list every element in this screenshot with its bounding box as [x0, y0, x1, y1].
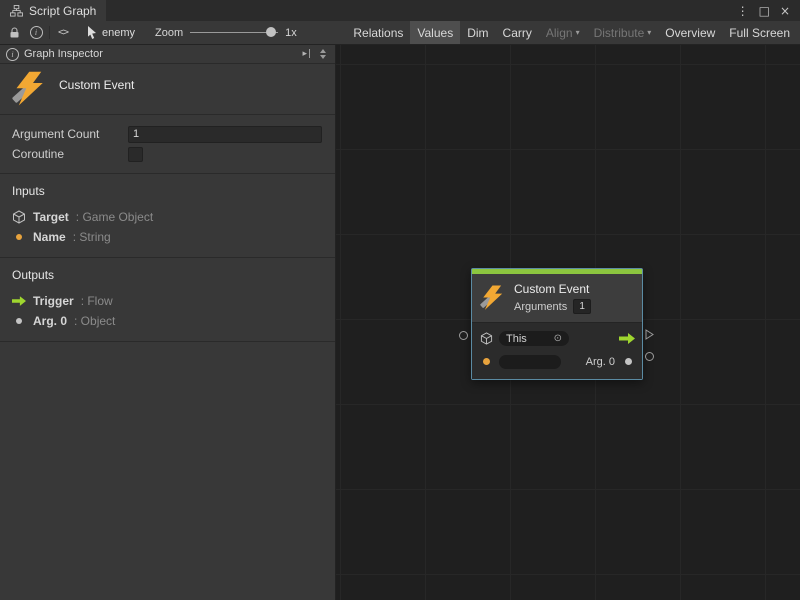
window-controls: ⋮ □ ×: [732, 0, 800, 21]
cube-icon: [12, 210, 26, 224]
argument-count-input[interactable]: [128, 126, 322, 143]
custom-event-icon: [480, 285, 506, 311]
unity-window: Script Graph ⋮ □ × i <> enemy Zoom: [0, 0, 800, 600]
maximize-icon[interactable]: □: [754, 4, 775, 18]
toolbar-button-fullscreen[interactable]: Full Screen: [722, 21, 797, 44]
toolbar-button-align[interactable]: Align ▾: [539, 21, 587, 44]
output-port-triangle[interactable]: [645, 329, 654, 340]
graph-inspector-title: Graph Inspector: [24, 48, 103, 60]
zoom-value: 1x: [285, 27, 297, 39]
toolbar-button-values[interactable]: Values: [410, 21, 460, 44]
unit-fields: Argument Count Coroutine: [0, 115, 335, 174]
node-row-target: This ⊙: [479, 328, 635, 349]
chevron-down-icon: ▾: [576, 28, 580, 37]
zoom-control: Zoom 1x: [155, 21, 297, 44]
chevron-down-icon: ▾: [647, 28, 651, 37]
node-arguments-label: Arguments: [514, 301, 567, 313]
scroll-down-icon[interactable]: [320, 55, 326, 59]
target-picker-icon[interactable]: ⊙: [554, 334, 562, 344]
custom-event-node[interactable]: Custom Event Arguments 1 This ⊙: [471, 268, 643, 380]
flow-arrow-icon: [12, 296, 26, 306]
object-port-icon: [16, 318, 22, 324]
unit-title: Custom Event: [59, 78, 134, 92]
tab-title: Script Graph: [29, 4, 96, 18]
graph-inspector-header: i Graph Inspector ▸|: [0, 45, 335, 64]
toolbar-button-relations[interactable]: Relations: [346, 21, 410, 44]
zoom-label: Zoom: [155, 27, 183, 39]
zoom-slider-track: [190, 32, 278, 33]
zoom-slider[interactable]: [190, 21, 278, 44]
arg0-port-icon[interactable]: [625, 358, 632, 365]
name-port-icon[interactable]: [483, 358, 490, 365]
custom-event-icon: [12, 71, 48, 107]
output-port-circle[interactable]: [645, 352, 654, 361]
script-graph-icon: [10, 5, 23, 17]
dock-icon[interactable]: ▸|: [302, 49, 312, 59]
close-icon[interactable]: ×: [775, 4, 795, 18]
node-row-arg0: Arg. 0: [479, 351, 635, 372]
info-icon: i: [6, 48, 19, 61]
lock-icon[interactable]: [3, 21, 25, 44]
node-title: Custom Event: [514, 282, 591, 296]
zoom-slider-handle[interactable]: [266, 27, 276, 37]
coroutine-checkbox[interactable]: [128, 147, 143, 162]
tab-bar: Script Graph ⋮ □ ×: [0, 0, 800, 21]
toolbar-button-dim[interactable]: Dim: [460, 21, 495, 44]
port-row-target: Target : Game Object: [12, 207, 323, 227]
graph-canvas[interactable]: Custom Event Arguments 1 This ⊙: [336, 45, 800, 600]
graph-toolbar: i <> enemy Zoom 1x Relations Values Dim …: [0, 21, 800, 45]
target-dropdown[interactable]: This ⊙: [499, 331, 569, 346]
toolbar-button-distribute[interactable]: Distribute ▾: [587, 21, 659, 44]
coroutine-label: Coroutine: [12, 147, 128, 161]
node-body: This ⊙ Arg. 0: [472, 322, 642, 379]
outputs-section: Outputs Trigger : Flow Arg. 0 : Object: [0, 258, 335, 342]
argument-count-label: Argument Count: [12, 127, 128, 141]
scroll-spinner[interactable]: [317, 49, 329, 59]
cube-icon: [480, 332, 493, 345]
node-arguments-value: 1: [573, 299, 591, 314]
graph-inspector-panel: i Graph Inspector ▸| Custom Event Argume…: [0, 45, 336, 600]
inputs-title: Inputs: [12, 184, 323, 198]
unit-header: Custom Event: [0, 64, 335, 115]
cursor-icon: [86, 26, 97, 39]
trigger-port-icon[interactable]: [619, 333, 635, 344]
inputs-section: Inputs Target : Game Object Name : Strin…: [0, 174, 335, 258]
toolbar-buttons: Relations Values Dim Carry Align ▾ Distr…: [346, 21, 797, 44]
outputs-title: Outputs: [12, 268, 323, 282]
toolbar-button-overview[interactable]: Overview: [658, 21, 722, 44]
event-name-input[interactable]: [499, 355, 561, 369]
port-row-arg0: Arg. 0 : Object: [12, 311, 323, 331]
toolbar-separator: [49, 26, 50, 39]
port-row-name: Name : String: [12, 227, 323, 247]
toolbar-button-carry[interactable]: Carry: [496, 21, 539, 44]
menu-icon[interactable]: ⋮: [732, 4, 754, 18]
input-port-circle[interactable]: [459, 331, 468, 340]
arg0-label: Arg. 0: [586, 356, 615, 368]
scroll-up-icon[interactable]: [320, 49, 326, 53]
code-icon[interactable]: <>: [52, 21, 74, 44]
tab-script-graph[interactable]: Script Graph: [0, 0, 106, 21]
graph-breadcrumb[interactable]: enemy: [86, 26, 135, 39]
node-header[interactable]: Custom Event Arguments 1: [472, 274, 642, 322]
graph-name: enemy: [102, 27, 135, 39]
inspector-toggle-icon[interactable]: i: [25, 21, 47, 44]
string-port-icon: [16, 234, 22, 240]
port-row-trigger: Trigger : Flow: [12, 291, 323, 311]
